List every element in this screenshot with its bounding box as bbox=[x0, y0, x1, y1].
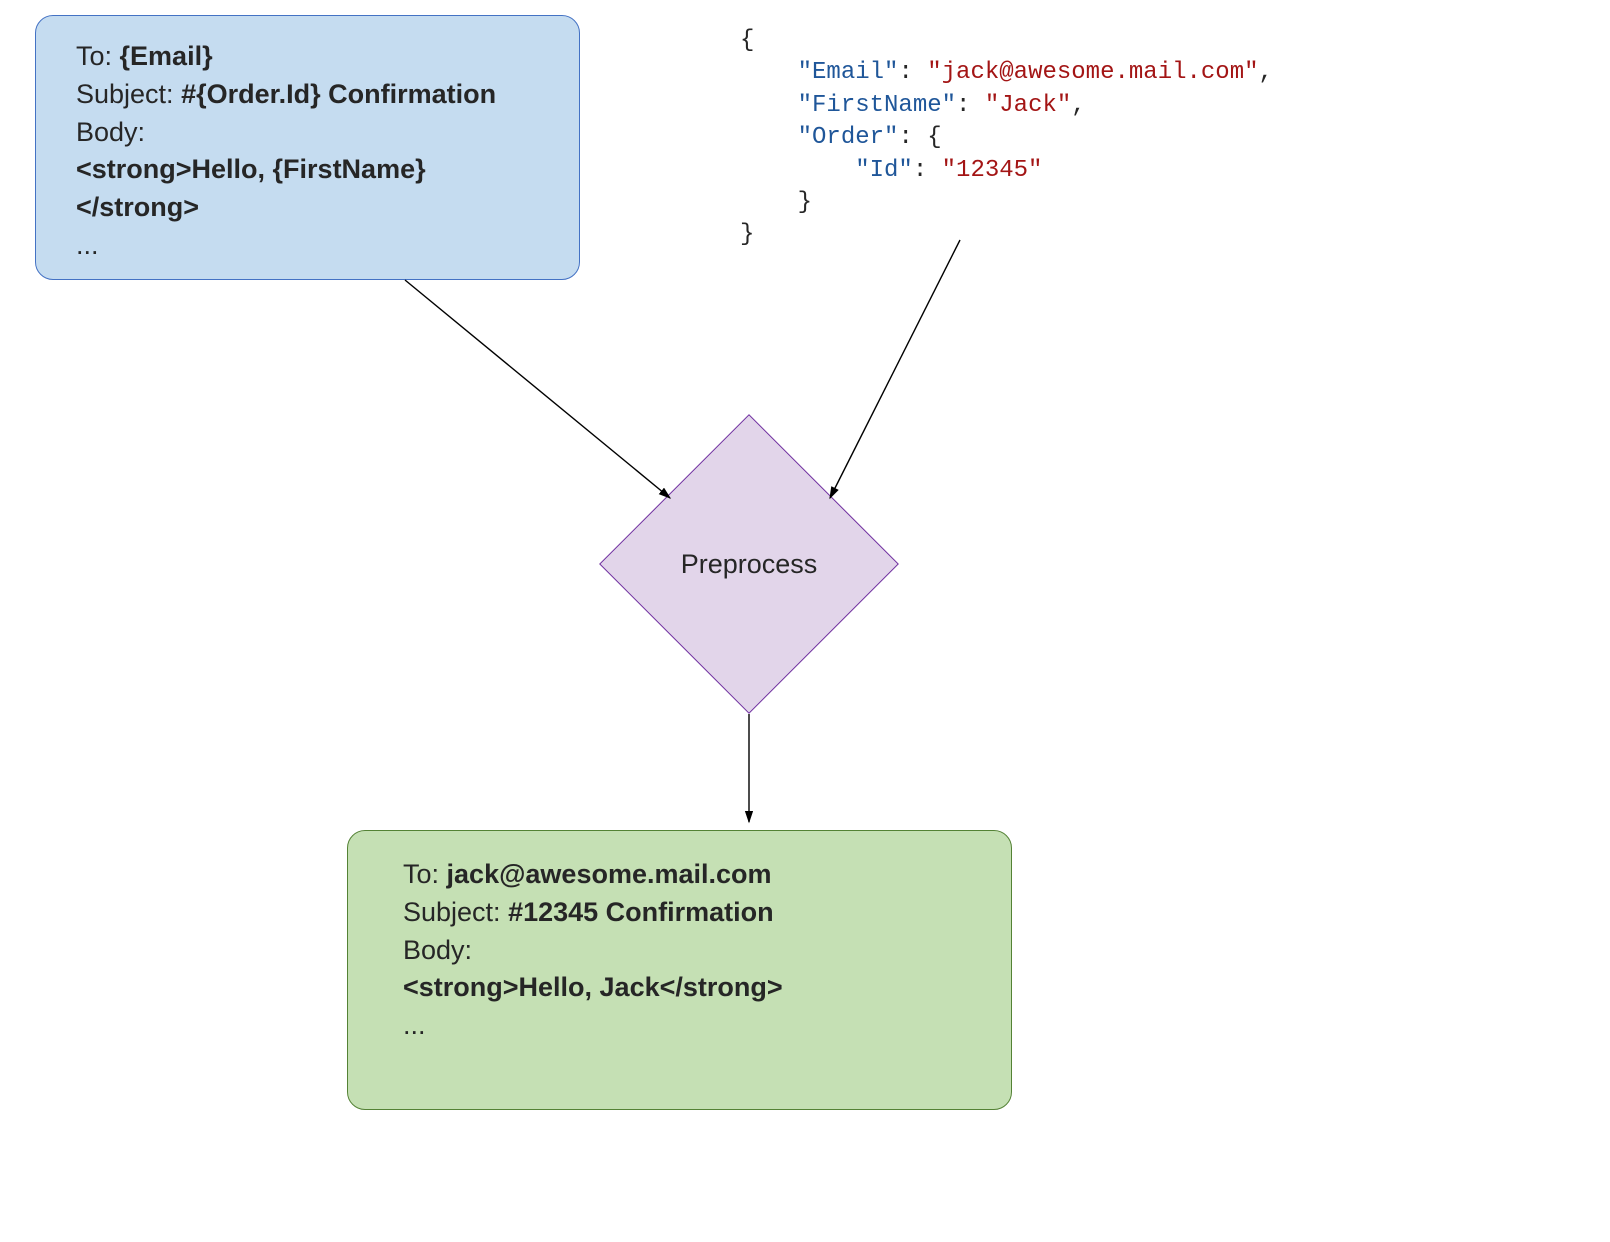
template-to-line: To: {Email} bbox=[76, 38, 539, 76]
json-firstname-val: "Jack" bbox=[985, 92, 1071, 119]
json-order-key: "Order" bbox=[798, 124, 899, 151]
json-email-key: "Email" bbox=[798, 59, 899, 86]
json-email-val: "jack@awesome.mail.com" bbox=[927, 59, 1258, 86]
output-to-label: To: bbox=[403, 859, 447, 889]
json-colon: : bbox=[898, 59, 927, 86]
json-inner-close: } bbox=[798, 189, 812, 216]
output-subject-line: Subject: #12345 Confirmation bbox=[403, 894, 956, 932]
subject-label: Subject: bbox=[76, 79, 181, 109]
output-ellipsis: ... bbox=[403, 1007, 956, 1045]
output-to-line: To: jack@awesome.mail.com bbox=[403, 856, 956, 894]
output-to-value: jack@awesome.mail.com bbox=[447, 859, 772, 889]
output-body-line1: <strong>Hello, Jack</strong> bbox=[403, 969, 956, 1007]
output-subject-value: #12345 Confirmation bbox=[508, 897, 774, 927]
to-label: To: bbox=[76, 41, 120, 71]
json-colon: : bbox=[913, 157, 942, 184]
json-id-val: "12345" bbox=[942, 157, 1043, 184]
json-data-box: { "Email": "jack@awesome.mail.com", "Fir… bbox=[740, 25, 1273, 252]
template-subject-line: Subject: #{Order.Id} Confirmation bbox=[76, 76, 539, 114]
diagram-canvas: To: {Email} Subject: #{Order.Id} Confirm… bbox=[0, 0, 1610, 1242]
output-subject-label: Subject: bbox=[403, 897, 508, 927]
json-comma: , bbox=[1259, 59, 1273, 86]
output-box: To: jack@awesome.mail.com Subject: #1234… bbox=[347, 830, 1012, 1110]
template-body-line1: <strong>Hello, {FirstName} bbox=[76, 151, 539, 189]
template-body-line2: </strong> bbox=[76, 189, 539, 227]
output-body-label: Body: bbox=[403, 932, 956, 970]
subject-value: #{Order.Id} Confirmation bbox=[181, 79, 496, 109]
template-ellipsis: ... bbox=[76, 227, 539, 265]
json-order-open: : { bbox=[898, 124, 941, 151]
json-id-key: "Id" bbox=[855, 157, 913, 184]
json-brace-close: } bbox=[740, 221, 754, 248]
preprocess-node: Preprocess bbox=[599, 414, 899, 714]
to-value: {Email} bbox=[120, 41, 213, 71]
json-brace-open: { bbox=[740, 27, 754, 54]
json-colon: : bbox=[956, 92, 985, 119]
json-firstname-key: "FirstName" bbox=[798, 92, 956, 119]
template-box: To: {Email} Subject: #{Order.Id} Confirm… bbox=[35, 15, 580, 280]
json-comma: , bbox=[1071, 92, 1085, 119]
template-body-label: Body: bbox=[76, 114, 539, 152]
preprocess-label: Preprocess bbox=[681, 549, 818, 580]
